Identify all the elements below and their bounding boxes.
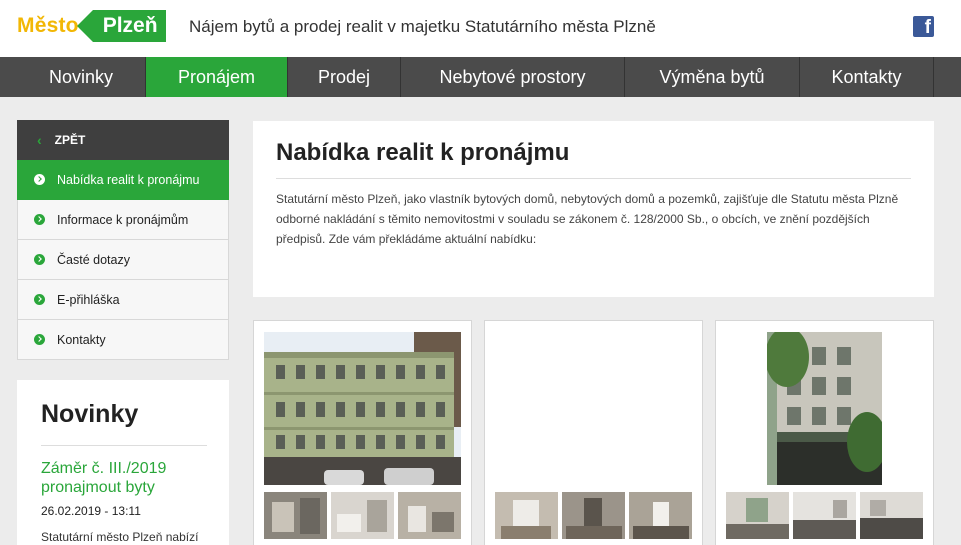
arrow-circle-icon [34,294,45,305]
sidebar-item-caste-dotazy[interactable]: Časté dotazy [17,240,229,280]
logo-mesto: Město [17,14,79,37]
thumbnail-image[interactable] [726,492,789,539]
site-header: Město Plzeň Nájem bytů a prodej realit v… [0,0,961,57]
thumbnail-image[interactable] [629,492,692,539]
news-item-date: 26.02.2019 - 13:11 [41,504,141,518]
thumbnail-image[interactable] [793,492,856,539]
sidebar-menu: ‹ ZPĚT Nabídka realit k pronájmu Informa… [17,120,229,360]
sidebar-item-informace[interactable]: Informace k pronájmům [17,200,229,240]
sidebar-item-kontakty[interactable]: Kontakty [17,320,229,360]
arrow-circle-icon [34,174,45,185]
building-photo[interactable] [767,332,882,485]
thumbnail-image[interactable] [264,492,327,539]
thumbnail-image[interactable] [860,492,923,539]
logo-plzen: Plzeň [76,10,166,42]
main-nav: Novinky Pronájem Prodej Nebytové prostor… [0,57,961,97]
news-box: Novinky Záměr č. III./2019 pronajmout by… [17,380,229,545]
facebook-icon[interactable]: f [913,16,934,38]
main-intro: Nabídka realit k pronájmu Statutární měs… [253,121,934,297]
sidebar-item-label: Nabídka realit k pronájmu [57,172,200,187]
arrow-circle-icon [34,214,45,225]
listing-card[interactable] [253,320,472,545]
nav-item-nebytove-prostory[interactable]: Nebytové prostory [401,57,625,97]
back-label: ZPĚT [54,133,86,147]
sidebar-item-nabidka-realit[interactable]: Nabídka realit k pronájmu [17,160,229,200]
news-item-link[interactable]: Záměr č. III./2019 pronajmout byty [41,459,207,497]
nav-item-kontakty[interactable]: Kontakty [800,57,934,97]
thumbnail-strip [495,492,692,539]
thumbnail-image[interactable] [495,492,558,539]
thumbnail-image[interactable] [398,492,461,539]
listing-card[interactable] [715,320,934,545]
nav-item-prodej[interactable]: Prodej [288,57,401,97]
page-title: Nabídka realit k pronájmu [276,139,911,179]
intro-text: Statutární město Plzeň, jako vlastník by… [276,192,899,246]
listing-card[interactable] [484,320,703,545]
nav-item-vymena-bytu[interactable]: Výměna bytů [625,57,800,97]
building-photo[interactable] [264,332,461,485]
chevron-left-icon: ‹ [37,132,42,148]
site-logo[interactable]: Město Plzeň [17,10,166,42]
thumbnail-strip [264,492,461,539]
sidebar-item-label: Časté dotazy [57,252,130,267]
arrow-circle-icon [34,254,45,265]
site-title: Nájem bytů a prodej realit v majetku Sta… [189,17,656,36]
thumbnail-image[interactable] [331,492,394,539]
news-item-text: Statutární město Plzeň nabízí [41,530,199,544]
nav-item-pronajem[interactable]: Pronájem [146,57,288,97]
nav-item-novinky[interactable]: Novinky [17,57,146,97]
thumbnail-strip [726,492,923,539]
arrow-circle-icon [34,334,45,345]
back-button[interactable]: ‹ ZPĚT [17,120,229,160]
news-heading: Novinky [41,400,207,446]
sidebar-item-e-prihlaska[interactable]: E-přihláška [17,280,229,320]
sidebar-item-label: Informace k pronájmům [57,212,189,227]
sidebar-item-label: Kontakty [57,332,106,347]
thumbnail-image[interactable] [562,492,625,539]
sidebar-item-label: E-přihláška [57,292,120,307]
